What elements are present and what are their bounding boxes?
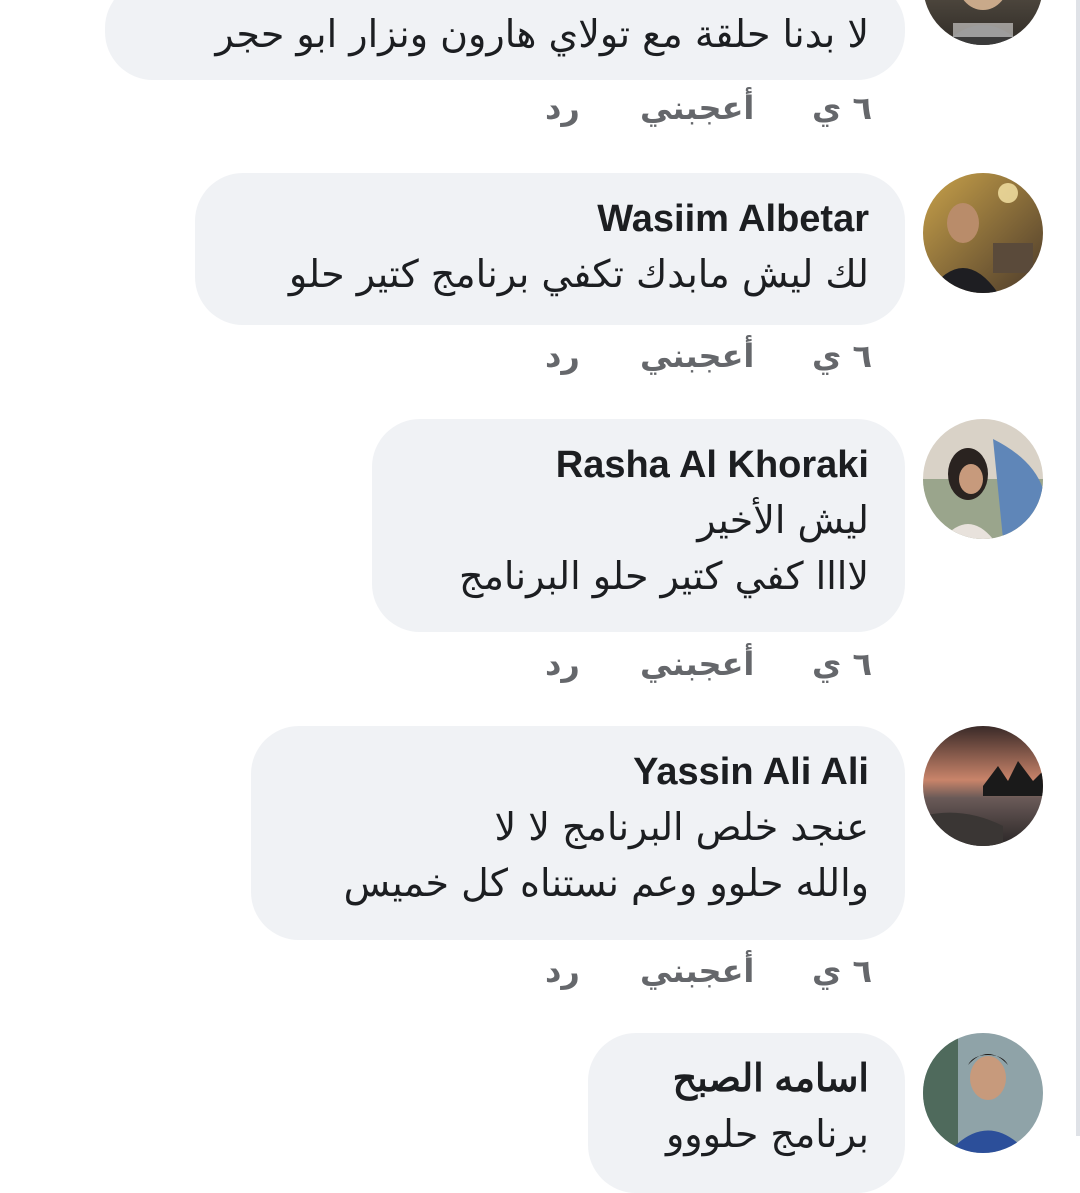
like-link[interactable]: أعجبني [640,336,754,376]
comment-author[interactable]: Rasha Al Khoraki [408,442,869,488]
comment-author[interactable]: Wasiim Albetar [231,196,869,242]
comment-text: ليش الأخير [697,498,869,542]
avatar[interactable] [923,1033,1043,1153]
scrollbar-track[interactable] [1076,0,1080,1136]
comment-bubble[interactable]: Yassin Ali Ali عنجد خلص البرنامج لا لا و… [251,726,905,940]
avatar[interactable] [923,0,1043,45]
reply-link[interactable]: رد [545,88,580,128]
comment-author[interactable]: اسامه الصبح [624,1056,869,1102]
comment-bubble[interactable]: لا بدنا حلقة مع تولاي هارون ونزار ابو حج… [105,0,905,80]
like-link[interactable]: أعجبني [640,951,754,991]
comment-bubble[interactable]: Wasiim Albetar لك ليش مابدك تكفي برنامج … [195,173,905,325]
comment-time: ٦ ي [812,89,872,127]
reply-link[interactable]: رد [545,336,580,376]
avatar[interactable] [923,726,1043,846]
comment-bubble[interactable]: اسامه الصبح برنامج حلووو [588,1033,905,1193]
avatar-photo [923,0,1043,45]
comment-text: عنجد خلص البرنامج لا لا [494,805,869,849]
avatar[interactable] [923,419,1043,539]
comment-time: ٦ ي [812,952,872,990]
comment-text: لك ليش مابدك تكفي برنامج كتير حلو [288,252,869,296]
avatar-photo [923,173,1043,293]
avatar-photo [923,419,1043,539]
comment-time: ٦ ي [812,645,872,683]
comment-text: والله حلوو وعم نستناه كل خميس [343,861,869,905]
comment-text: لا بدنا حلقة مع تولاي هارون ونزار ابو حج… [215,12,869,56]
comment-bubble[interactable]: Rasha Al Khoraki ليش الأخير لاااا كفي كت… [372,419,905,632]
like-link[interactable]: أعجبني [640,88,754,128]
avatar[interactable] [923,173,1043,293]
comment-text: لاااا كفي كتير حلو البرنامج [459,554,869,598]
avatar-photo [923,1033,1043,1153]
reply-link[interactable]: رد [545,644,580,684]
comment-author[interactable]: Yassin Ali Ali [287,749,869,795]
like-link[interactable]: أعجبني [640,644,754,684]
comment-time: ٦ ي [812,337,872,375]
comment-text: برنامج حلووو [665,1112,869,1156]
reply-link[interactable]: رد [545,951,580,991]
avatar-photo [923,726,1043,846]
